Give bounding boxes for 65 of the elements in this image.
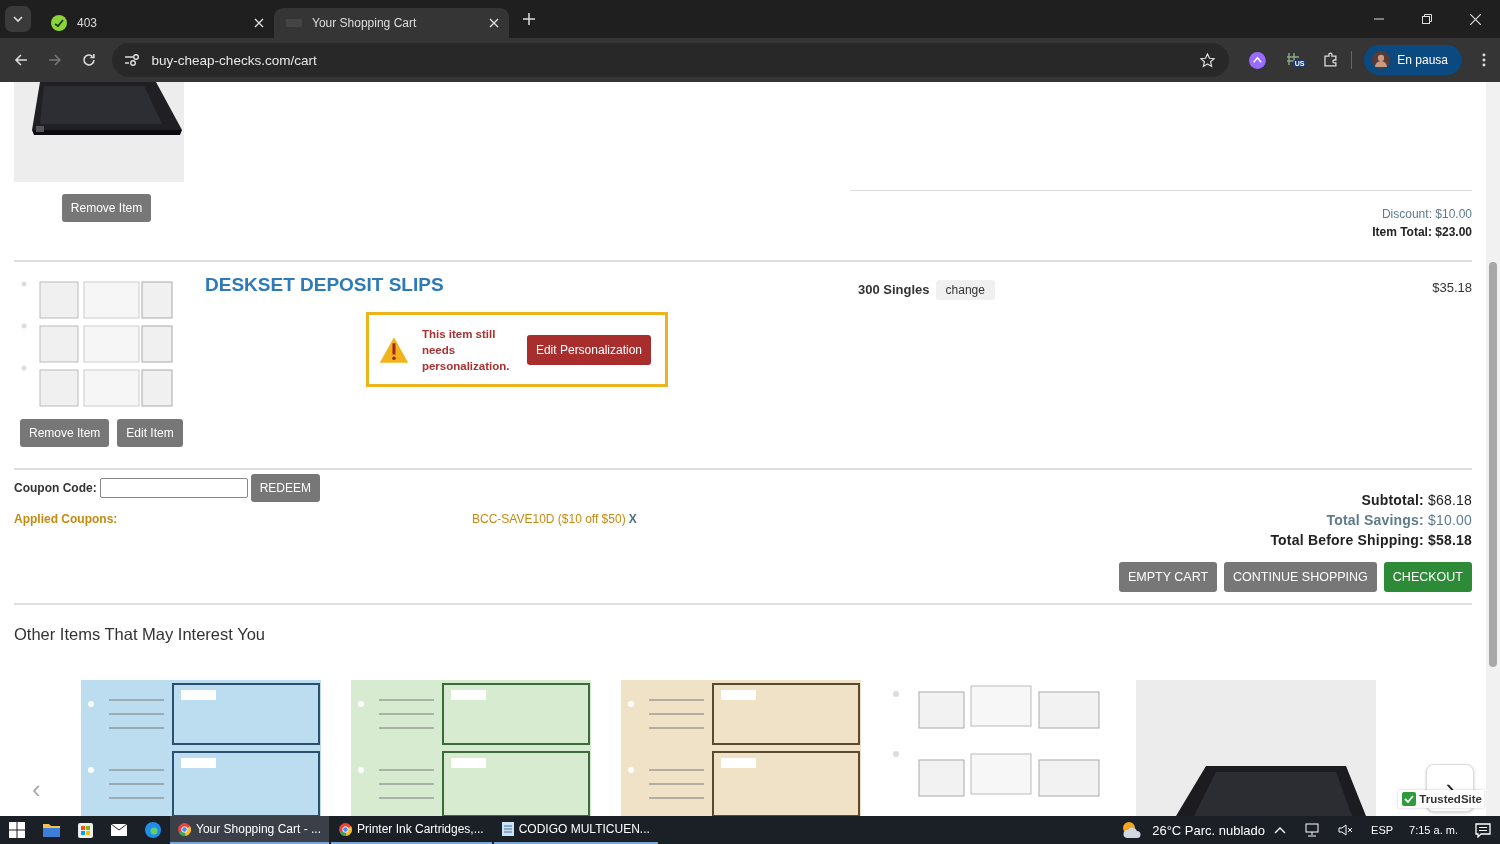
close-icon[interactable]	[254, 18, 264, 28]
tab-search-button[interactable]	[5, 6, 31, 32]
total-line: Subtotal: $68.18	[1361, 491, 1472, 510]
mail-icon[interactable]	[111, 824, 127, 836]
muted-speaker-icon[interactable]	[1338, 823, 1355, 837]
option-label: 300 Singles	[858, 282, 930, 297]
edit-personalization-button[interactable]: Edit Personalization	[526, 334, 651, 365]
clock[interactable]: 7:15 a. m.	[1409, 824, 1458, 836]
caret-icon	[12, 15, 24, 23]
cart-action-button[interactable]: EMPTY CART	[1119, 562, 1218, 592]
remove-item-button[interactable]: Remove Item	[61, 194, 152, 222]
store-icon[interactable]	[78, 822, 93, 838]
close-icon[interactable]	[489, 18, 499, 28]
remove-item-button[interactable]: Remove Item	[20, 419, 110, 447]
alert-text: This item still needs personalization.	[421, 326, 511, 374]
forward-icon[interactable]	[47, 53, 62, 67]
browser-tab[interactable]: Your Shopping Cart	[274, 8, 509, 38]
chevron-up-icon[interactable]	[1274, 826, 1287, 834]
check-icon	[1402, 792, 1417, 806]
back-icon[interactable]	[14, 53, 28, 67]
notifications-icon[interactable]	[1475, 822, 1491, 838]
chrome-icon	[178, 822, 191, 836]
coupon-label: Coupon Code:	[14, 481, 97, 495]
browser-tab[interactable]: 403	[39, 8, 274, 38]
folder-icon[interactable]	[43, 823, 60, 837]
weather-text[interactable]: 26°C Parc. nublado	[1152, 822, 1266, 838]
windows-start-icon[interactable]	[9, 822, 25, 838]
reload-icon[interactable]	[81, 53, 96, 67]
profile-button[interactable]: En pausa	[1364, 45, 1462, 75]
coupon-field[interactable]	[99, 478, 248, 498]
summary-line: Item Total: $23.00	[1372, 224, 1472, 241]
section-heading: Other Items That May Interest You	[14, 625, 266, 644]
puzzle-icon[interactable]	[1323, 52, 1340, 68]
new-tab-icon[interactable]	[523, 13, 535, 25]
redeem-button[interactable]: REDEEM	[250, 474, 320, 502]
edit-item-button[interactable]: Edit Item	[117, 419, 183, 447]
remove-coupon-link[interactable]: X	[628, 512, 637, 526]
scrollbar[interactable]	[1486, 82, 1500, 816]
extension-icon[interactable]	[1248, 51, 1266, 69]
site-settings-icon[interactable]	[123, 53, 140, 67]
cart-action-button[interactable]: CONTINUE SHOPPING	[1224, 562, 1377, 592]
item-price: $35.18	[1432, 280, 1472, 295]
document-icon	[501, 822, 514, 836]
total-line: Total Savings: $10.00	[1326, 511, 1472, 530]
checkout-button[interactable]: CHECKOUT	[1383, 562, 1472, 592]
taskbar-app[interactable]: Your Shopping Cart - ...	[170, 816, 329, 844]
bookmark-star-icon[interactable]	[1199, 52, 1215, 68]
menu-icon[interactable]	[1482, 53, 1486, 67]
address-bar[interactable]: buy-cheap-checks.com/cart	[111, 43, 1229, 77]
taskbar-app[interactable]: Printer Ink Cartridges,...	[330, 816, 492, 844]
chrome-icon	[338, 822, 352, 836]
trust-badge[interactable]: TrustedSite	[1398, 790, 1484, 808]
summary-line: Discount: $10.00	[1381, 206, 1472, 223]
favicon-icon	[51, 15, 67, 31]
applied-coupons-label: Applied Coupons:	[14, 512, 119, 526]
language-indicator[interactable]: ESP	[1371, 824, 1394, 836]
close-icon[interactable]	[1470, 13, 1481, 25]
change-button[interactable]: change	[935, 280, 995, 300]
avatar-icon	[1372, 51, 1391, 69]
restore-icon[interactable]	[1422, 14, 1432, 24]
coupon-code: BCC-SAVE10D ($10 off $50)	[472, 512, 626, 526]
taskbar-app[interactable]: CODIGO MULTICUEN...	[493, 816, 658, 844]
total-line: Total Before Shipping: $58.18	[1270, 531, 1472, 550]
product-title: DESKSET DEPOSIT SLIPS	[205, 274, 445, 296]
network-icon[interactable]	[1304, 823, 1321, 837]
